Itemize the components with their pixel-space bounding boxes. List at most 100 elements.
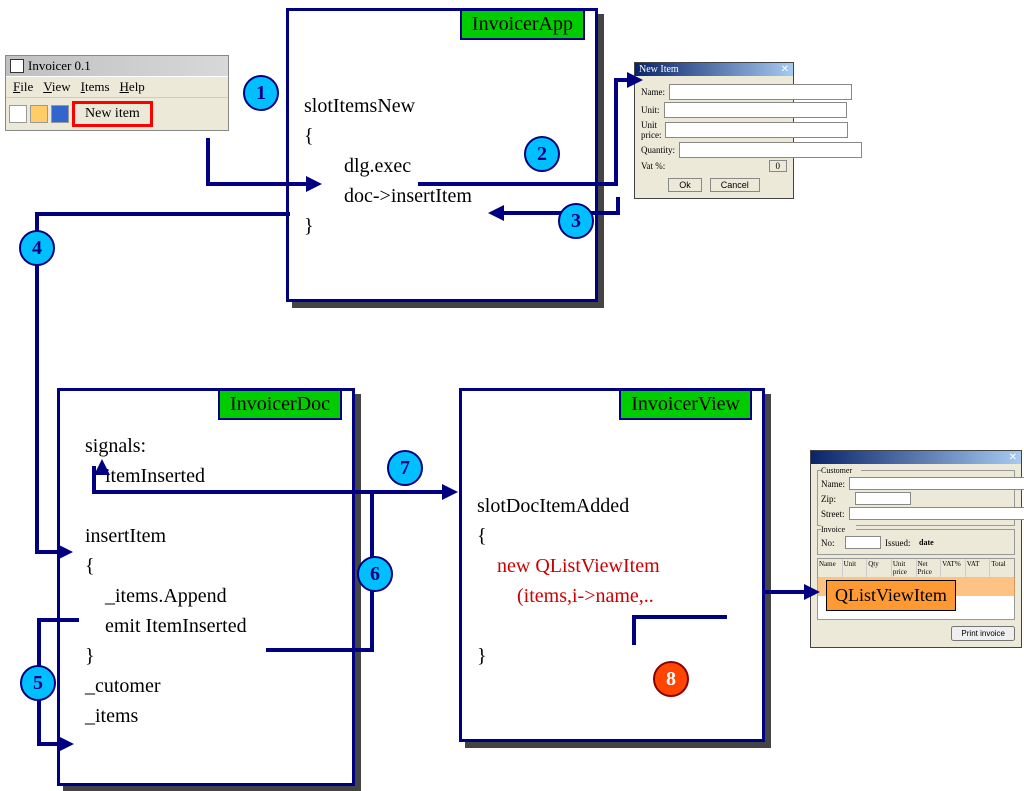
badge-1: 1 [243, 75, 279, 111]
brace-open3: { [477, 521, 747, 551]
invoicer-doc-box: InvoicerDoc signals: itemInserted insert… [57, 388, 355, 786]
vat-value[interactable]: 0 [769, 160, 788, 172]
label-quantity: Quantity: [641, 145, 675, 155]
inv-date: date [919, 538, 934, 547]
arrow-2-head [627, 72, 643, 88]
input-unit[interactable] [664, 102, 847, 118]
invoice-group-label: Invoice [821, 525, 856, 534]
slot-items-new: slotItemsNew [304, 91, 580, 121]
invoicer-doc-title: InvoicerDoc [218, 389, 342, 420]
arrow-1-v [206, 138, 210, 186]
menu-items[interactable]: Items [77, 79, 114, 95]
ok-button[interactable]: Ok [668, 178, 702, 192]
badge-6: 6 [357, 556, 393, 592]
new-file-icon[interactable] [9, 105, 27, 123]
label-cust-zip: Zip: [821, 494, 851, 504]
cancel-button[interactable]: Cancel [710, 178, 760, 192]
dialog-title-text: New Item [639, 64, 679, 75]
label-vat: Vat %: [641, 161, 691, 171]
new-item-dialog: New Item ✕ Name: Unit: Unit price: Quant… [634, 62, 794, 199]
badge-8: 8 [653, 661, 689, 697]
new-item-button[interactable]: New item [72, 101, 153, 127]
arrow-6-h1 [266, 648, 374, 652]
col-name: Name [818, 559, 843, 577]
brace-open2: { [85, 551, 337, 581]
input-unitprice[interactable] [665, 122, 848, 138]
brace-close2: } [85, 641, 337, 671]
arrow-2-h1 [418, 182, 618, 186]
app-menubar[interactable]: File View Items Help [6, 76, 228, 97]
input-cust-street[interactable] [849, 507, 1024, 520]
view-window-close-icon[interactable]: ✕ [1009, 452, 1017, 463]
open-file-icon[interactable] [30, 105, 48, 123]
arrow-1-head [306, 176, 322, 192]
invoicer-app-title: InvoicerApp [460, 9, 585, 40]
member-customer: _cutomer [85, 671, 337, 701]
new-qlistviewitem-1: new QListViewItem [477, 551, 747, 581]
col-unit: Unit [843, 559, 868, 577]
menu-help[interactable]: Help [116, 79, 149, 95]
table-header: Name Unit Qty Unit price Net Price VAT% … [818, 559, 1014, 578]
items-append: _items.Append [85, 581, 337, 611]
arrow-3-head [488, 205, 504, 221]
signals-label: signals: [85, 431, 337, 461]
label-unit: Unit: [641, 105, 660, 115]
dialog-body: Name: Unit: Unit price: Quantity: Vat %:… [635, 76, 793, 198]
arrow-5-head [58, 736, 74, 752]
col-netprice: Net Price [917, 559, 942, 577]
invoicer-app-window: Invoicer 0.1 File View Items Help New it… [5, 55, 229, 131]
label-inv-issued: Issued: [885, 538, 915, 548]
label-cust-street: Street: [821, 509, 845, 519]
arrow-8-head [804, 584, 820, 600]
col-unitprice: Unit price [892, 559, 917, 577]
input-cust-name[interactable] [849, 477, 1024, 490]
badge-5: 5 [20, 665, 56, 701]
arrow-4-h2 [35, 550, 59, 554]
slot-doc-item-added: slotDocItemAdded [477, 491, 747, 521]
badge-2: 2 [524, 136, 560, 172]
col-total: Total [990, 559, 1014, 577]
col-vat: VAT [966, 559, 991, 577]
arrow-4-head [57, 544, 73, 560]
input-inv-no[interactable] [845, 536, 881, 549]
qlistviewitem-label: QListViewItem [826, 580, 956, 611]
invoice-group: Invoice No: Issued: date [817, 529, 1015, 555]
menu-file[interactable]: File [9, 79, 37, 95]
view-window-title [815, 452, 818, 463]
menu-view[interactable]: View [39, 79, 74, 95]
arrow-2-v [614, 78, 618, 186]
col-qty: Qty [867, 559, 892, 577]
invoicer-view-window: ✕ Customer Name: Zip: Street: Invoice No… [810, 450, 1022, 648]
new-qlistviewitem-2: (items,i->name,.. [477, 581, 747, 611]
badge-4: 4 [19, 230, 55, 266]
view-window-titlebar: ✕ [811, 451, 1021, 464]
save-file-icon[interactable] [51, 105, 69, 123]
dialog-titlebar: New Item ✕ [635, 63, 793, 76]
invoicer-app-body: slotItemsNew { dlg.exec doc->insertItem … [289, 11, 595, 256]
arrow-4-h1 [35, 212, 290, 216]
invoicer-view-box: InvoicerView slotDocItemAdded { new QLis… [459, 388, 765, 742]
customer-group-label: Customer [821, 466, 861, 475]
input-quantity[interactable] [679, 142, 862, 158]
member-items: _items [85, 701, 337, 731]
customer-group: Customer Name: Zip: Street: [817, 470, 1015, 526]
arrow-5-h1 [37, 618, 79, 622]
app-title: Invoicer 0.1 [28, 58, 91, 74]
badge-3: 3 [558, 203, 594, 239]
brace-close3: } [477, 641, 747, 671]
input-name[interactable] [669, 84, 852, 100]
input-cust-zip[interactable] [855, 492, 911, 505]
invoicer-view-title: InvoicerView [619, 389, 752, 420]
invoicer-view-body: slotDocItemAdded { new QListViewItem (it… [462, 391, 762, 686]
invoicer-doc-body: signals: itemInserted insertItem { _item… [60, 391, 352, 746]
badge-7: 7 [387, 450, 423, 486]
insert-item: insertItem [85, 521, 337, 551]
label-inv-no: No: [821, 538, 841, 548]
app-icon [10, 59, 24, 73]
arrow-8-h [632, 615, 727, 619]
dialog-close-icon[interactable]: ✕ [781, 64, 789, 75]
signal-item-inserted: itemInserted [85, 461, 337, 491]
print-invoice-button[interactable]: Print invoice [951, 626, 1015, 641]
arrow-8-h2 [764, 590, 806, 594]
label-cust-name: Name: [821, 479, 845, 489]
